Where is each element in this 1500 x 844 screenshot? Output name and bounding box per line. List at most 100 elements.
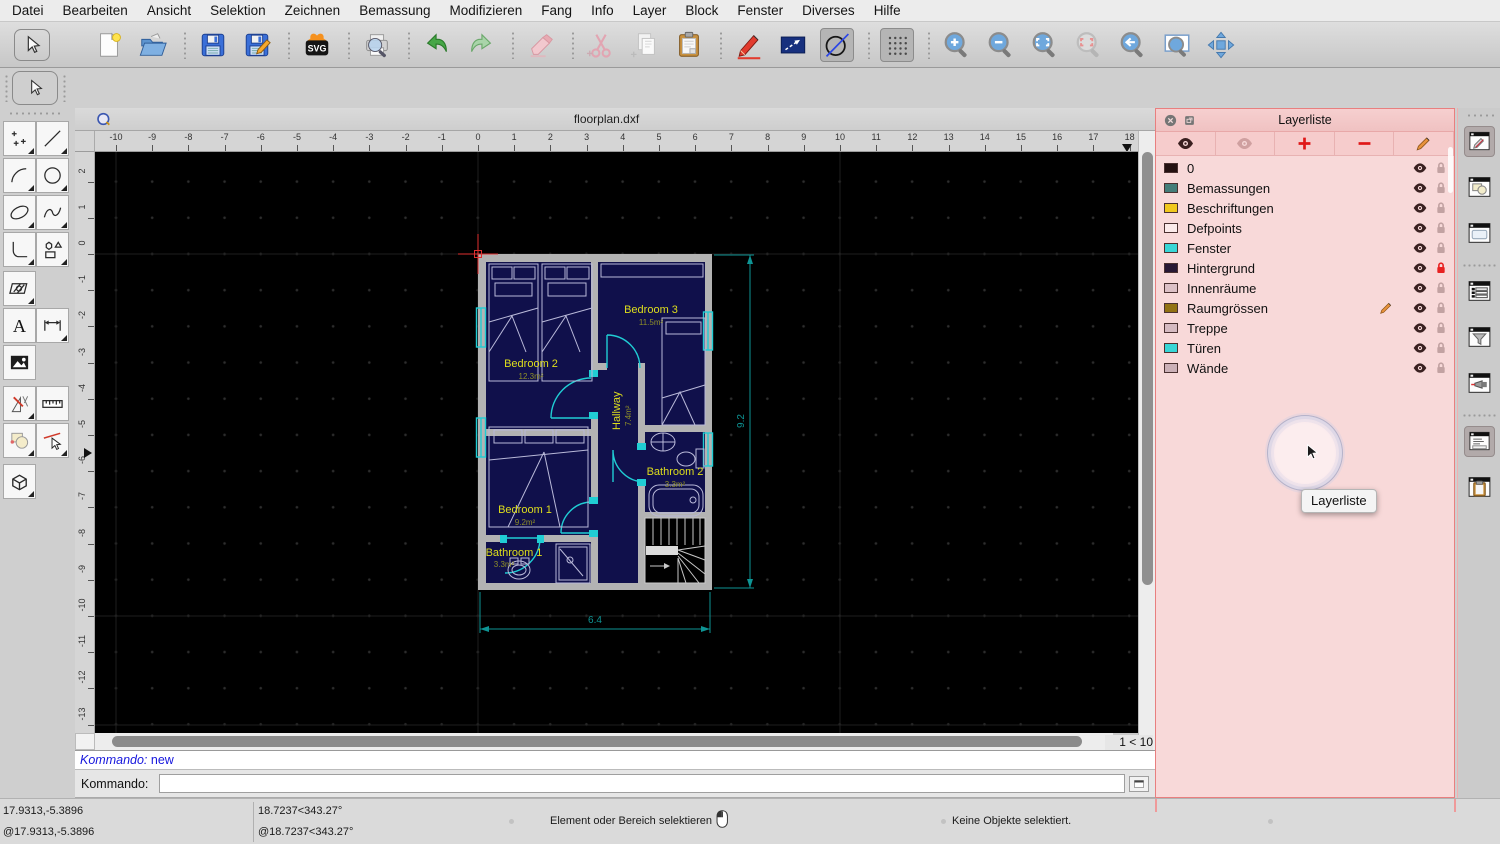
viewport-panel-button[interactable] xyxy=(1464,368,1495,399)
menu-fang[interactable]: Fang xyxy=(541,3,572,18)
layer-row-Fenster[interactable]: Fenster xyxy=(1156,238,1454,258)
layer-row-Bemassungen[interactable]: Bemassungen xyxy=(1156,178,1454,198)
document-titlebar[interactable]: floorplan.dxf xyxy=(75,108,1155,131)
draw-mode-button[interactable] xyxy=(732,28,766,62)
selection-filter-panel-button[interactable] xyxy=(1464,322,1495,353)
vertical-scrollbar-thumb[interactable] xyxy=(1142,152,1153,585)
menu-block[interactable]: Block xyxy=(685,3,718,18)
clipboard-panel-button[interactable] xyxy=(1464,472,1495,503)
layer-visibility-eye-icon[interactable] xyxy=(1412,240,1428,256)
layer-color-swatch[interactable] xyxy=(1164,203,1178,213)
undo-button[interactable] xyxy=(420,28,454,62)
open-file-button[interactable] xyxy=(136,28,170,62)
menu-selektion[interactable]: Selektion xyxy=(210,3,266,18)
menu-ansicht[interactable]: Ansicht xyxy=(147,3,191,18)
pan-button[interactable] xyxy=(1204,28,1238,62)
print-preview-button[interactable] xyxy=(360,28,394,62)
save-button[interactable] xyxy=(196,28,230,62)
property-editor-panel-button[interactable] xyxy=(1464,126,1495,157)
toolbar-handle[interactable] xyxy=(5,74,8,102)
auto-zoom-button[interactable] xyxy=(1028,28,1062,62)
drawing-canvas[interactable]: Bedroom 2 12.3m² Bedroom 3 11.5m² Bedroo… xyxy=(95,152,1138,733)
layer-row-Türen[interactable]: Türen xyxy=(1156,338,1454,358)
layer-row-Raumgrössen[interactable]: Raumgrössen xyxy=(1156,298,1454,318)
layer-visibility-eye-icon[interactable] xyxy=(1412,280,1428,296)
layer-lock-icon[interactable] xyxy=(1433,160,1449,176)
command-input[interactable] xyxy=(159,774,1125,793)
menu-bearbeiten[interactable]: Bearbeiten xyxy=(63,3,128,18)
point-tools-button[interactable] xyxy=(3,121,36,156)
add-layer-button[interactable] xyxy=(1275,132,1335,156)
svg-export-button[interactable]: SVG xyxy=(300,28,334,62)
layer-row-Defpoints[interactable]: Defpoints xyxy=(1156,218,1454,238)
layer-visibility-eye-icon[interactable] xyxy=(1412,300,1428,316)
layer-row-Beschriftungen[interactable]: Beschriftungen xyxy=(1156,198,1454,218)
hatch-tool-button[interactable] xyxy=(3,271,36,306)
layer-color-swatch[interactable] xyxy=(1164,183,1178,193)
zoom-out-button[interactable] xyxy=(984,28,1018,62)
layer-visibility-eye-icon[interactable] xyxy=(1412,200,1428,216)
selection-tool-button[interactable] xyxy=(14,29,50,61)
layer-color-swatch[interactable] xyxy=(1164,323,1178,333)
restrict-angle-button[interactable] xyxy=(820,28,854,62)
show-all-layers-button[interactable] xyxy=(1156,132,1216,156)
layer-lock-icon[interactable] xyxy=(1433,300,1449,316)
new-file-button[interactable] xyxy=(92,28,126,62)
layer-visibility-eye-icon[interactable] xyxy=(1412,260,1428,276)
layer-lock-icon[interactable] xyxy=(1433,220,1449,236)
menu-info[interactable]: Info xyxy=(591,3,614,18)
command-options-button[interactable] xyxy=(1129,776,1149,792)
layer-row-Wände[interactable]: Wände xyxy=(1156,358,1454,378)
ellipse-tools-button[interactable] xyxy=(3,195,36,230)
polyline-tools-button[interactable] xyxy=(3,232,36,267)
layer-row-Treppe[interactable]: Treppe xyxy=(1156,318,1454,338)
menu-layer[interactable]: Layer xyxy=(633,3,667,18)
layer-visibility-eye-icon[interactable] xyxy=(1412,360,1428,376)
image-tool-button[interactable] xyxy=(3,345,36,380)
layer-lock-icon[interactable] xyxy=(1433,180,1449,196)
modify-tools-button[interactable] xyxy=(3,423,36,458)
horizontal-scrollbar[interactable] xyxy=(95,733,1113,750)
menu-zeichnen[interactable]: Zeichnen xyxy=(285,3,341,18)
menu-bemassung[interactable]: Bemassung xyxy=(359,3,430,18)
snap-select-tools-button[interactable] xyxy=(36,423,69,458)
layer-row-Innenräume[interactable]: Innenräume xyxy=(1156,278,1454,298)
layer-color-swatch[interactable] xyxy=(1164,283,1178,293)
dimension-tools-button[interactable] xyxy=(36,308,69,343)
text-tool-button[interactable]: A xyxy=(3,308,36,343)
menu-fenster[interactable]: Fenster xyxy=(737,3,783,18)
menu-diverses[interactable]: Diverses xyxy=(802,3,855,18)
library-browser-panel-button[interactable] xyxy=(1464,218,1495,249)
spline-tools-button[interactable] xyxy=(36,195,69,230)
remove-layer-button[interactable] xyxy=(1334,132,1395,156)
redo-button[interactable] xyxy=(464,28,498,62)
layer-row-Hintergrund[interactable]: Hintergrund xyxy=(1156,258,1454,278)
layer-color-swatch[interactable] xyxy=(1164,363,1178,373)
layer-visibility-eye-icon[interactable] xyxy=(1412,180,1428,196)
circle-tools-button[interactable] xyxy=(36,158,69,193)
layer-lock-icon[interactable] xyxy=(1433,260,1449,276)
select-tool-button[interactable] xyxy=(12,71,58,105)
vertical-scrollbar[interactable] xyxy=(1138,131,1155,750)
layer-visibility-eye-icon[interactable] xyxy=(1412,340,1428,356)
layer-lock-icon[interactable] xyxy=(1433,360,1449,376)
layer-color-swatch[interactable] xyxy=(1164,303,1178,313)
layer-lock-icon[interactable] xyxy=(1433,280,1449,296)
layer-lock-icon[interactable] xyxy=(1433,240,1449,256)
toolbar-handle[interactable] xyxy=(8,112,62,115)
layer-color-swatch[interactable] xyxy=(1164,243,1178,253)
arc-tools-button[interactable] xyxy=(3,158,36,193)
layer-lock-icon[interactable] xyxy=(1433,320,1449,336)
horizontal-scrollbar-thumb[interactable] xyxy=(112,736,1082,747)
dock-handle[interactable] xyxy=(1466,114,1494,117)
solid-3d-tools-button[interactable] xyxy=(3,464,36,499)
save-as-button[interactable] xyxy=(240,28,274,62)
paste-button[interactable] xyxy=(672,28,706,62)
line-tools-button[interactable] xyxy=(36,121,69,156)
measure-tools-button[interactable] xyxy=(36,386,69,421)
zoom-in-button[interactable] xyxy=(940,28,974,62)
menu-modifizieren[interactable]: Modifizieren xyxy=(450,3,523,18)
layer-color-swatch[interactable] xyxy=(1164,163,1178,173)
grid-toggle-button[interactable] xyxy=(880,28,914,62)
selection-mode-button[interactable] xyxy=(776,28,810,62)
